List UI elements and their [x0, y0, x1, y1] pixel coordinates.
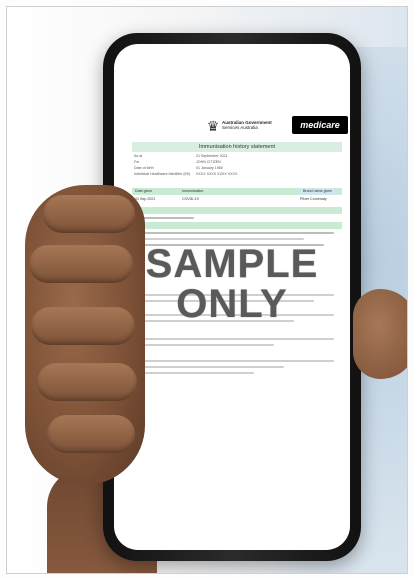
section-band — [132, 222, 342, 229]
statement-title: Immunisation history statement — [132, 142, 342, 152]
table-row: 01 Sep 2021 COVID-19 Pfizer Comirnaty — [135, 197, 327, 201]
finger — [47, 415, 135, 453]
text-line — [134, 366, 284, 368]
photo-frame: ♛ Australian Government Services Austral… — [6, 6, 408, 574]
agency-sub: Services Australia — [222, 125, 258, 130]
text-line — [134, 338, 334, 340]
statement-header: ♛ Australian Government Services Austral… — [114, 114, 350, 140]
text-line — [134, 238, 304, 240]
finger — [31, 307, 135, 345]
thumb — [353, 289, 407, 379]
coat-of-arms-icon: ♛ — [206, 118, 220, 134]
section-band — [132, 207, 342, 214]
finger — [43, 195, 135, 233]
text-line — [134, 344, 274, 346]
text-line — [134, 232, 334, 234]
finger — [29, 245, 133, 283]
phone-screen: ♛ Australian Government Services Austral… — [114, 44, 350, 550]
text-line — [134, 360, 334, 362]
sample-watermark: SAMPLE ONLY — [145, 242, 319, 326]
statement-meta: As at 21 September 2021 For JOHN CITIZEN D… — [134, 154, 314, 178]
table-header: Date given Immunisation Brand name given — [132, 188, 342, 195]
medicare-logo: medicare — [292, 116, 348, 134]
agency-name: Australian Government Services Australia — [222, 120, 292, 130]
text-line — [134, 372, 254, 374]
finger — [37, 363, 137, 401]
meta-row: Individual Healthcare Identifier (IHI) XX… — [134, 172, 238, 176]
